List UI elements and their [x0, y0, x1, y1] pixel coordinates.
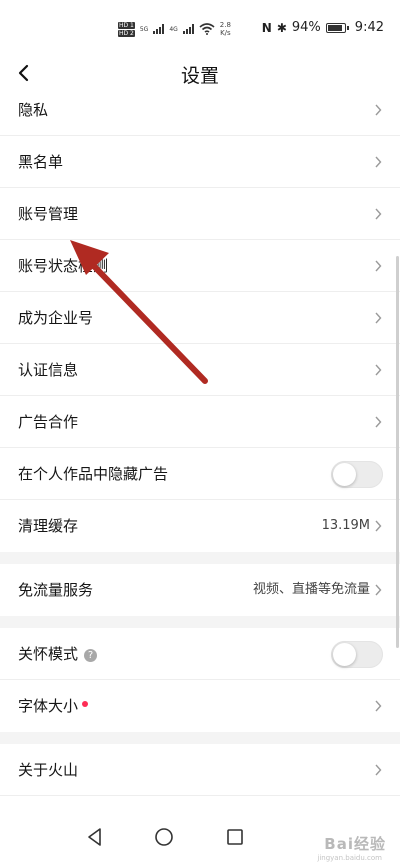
bluetooth-icon: ✱: [276, 20, 287, 35]
signal2-label: 4G: [169, 25, 178, 33]
chevron-right-icon: [375, 700, 382, 712]
battery-fill: [327, 24, 342, 31]
settings-row-ad-cooperation[interactable]: 广告合作: [0, 396, 400, 448]
help-icon[interactable]: ?: [84, 649, 98, 662]
scrollbar[interactable]: [396, 256, 399, 648]
chevron-right-icon: [375, 312, 382, 324]
network-speed: 2.8 K/s: [220, 21, 231, 37]
section-divider: [0, 552, 400, 564]
settings-row-account-management[interactable]: 账号管理: [0, 188, 400, 240]
chevron-right-icon: [375, 104, 382, 116]
wifi-icon: [199, 23, 215, 35]
settings-row-label: 认证信息: [18, 361, 79, 379]
hd1-badge: HD 1: [118, 21, 135, 29]
clock: 9:42: [354, 20, 384, 35]
hide-ads-toggle[interactable]: [331, 461, 383, 488]
network-status: HD 1 HD 2 5G 4G 2.8 K/s: [118, 18, 231, 40]
circle-home-icon[interactable]: [153, 826, 175, 848]
toggle-knob: [333, 643, 356, 666]
settings-row-blacklist[interactable]: 黑名单: [0, 136, 400, 188]
watermark-url: jingyan.baidu.com: [317, 854, 382, 862]
speed-value: 2.8: [219, 21, 231, 29]
settings-row-label: 关怀模式?: [18, 628, 98, 680]
settings-row-font-size[interactable]: 字体大小: [0, 680, 400, 732]
settings-row-hide-ads: 在个人作品中隐藏广告: [0, 448, 400, 500]
system-nav-bar: Bai经验 jingyan.baidu.com: [0, 812, 400, 866]
status-bar: HD 1 HD 2 5G 4G 2.8 K/s N ✱ 94% 9:42: [0, 0, 400, 58]
triangle-back-icon[interactable]: [84, 826, 106, 848]
settings-row-about[interactable]: 关于火山: [0, 744, 400, 796]
chevron-right-icon: [375, 764, 382, 776]
care-mode-label: 关怀模式: [18, 645, 79, 663]
battery-icon: [325, 22, 349, 33]
section-divider: [0, 616, 400, 628]
chevron-right-icon: [375, 416, 382, 428]
care-mode-toggle[interactable]: [331, 641, 383, 668]
section-divider: [0, 732, 400, 744]
system-status: N ✱ 94% 9:42: [262, 20, 384, 35]
settings-row-label: 关于火山: [18, 761, 79, 779]
nfc-icon: N: [261, 20, 272, 35]
settings-row-label: 账号状态检测: [18, 257, 109, 275]
settings-list: 隐私 黑名单 账号管理 账号状态检测 成为企业号 认证信息 广告合作 在个人作品…: [0, 84, 400, 796]
watermark-logo: Bai经验: [324, 835, 386, 853]
chevron-right-icon: [375, 156, 382, 168]
settings-row-care-mode: 关怀模式?: [0, 628, 400, 680]
signal2-bars-icon: [182, 24, 194, 34]
hd2-badge: HD 2: [118, 29, 135, 37]
settings-row-label: 清理缓存: [18, 517, 79, 535]
chevron-right-icon: [375, 260, 382, 272]
battery-percent: 94%: [291, 20, 321, 35]
toggle-knob: [333, 463, 356, 486]
square-recents-icon[interactable]: [224, 826, 246, 848]
chevron-right-icon: [375, 208, 382, 220]
chevron-right-icon: [375, 364, 382, 376]
hd-badges: HD 1 HD 2: [118, 21, 135, 37]
settings-row-label: 黑名单: [18, 153, 64, 171]
signal1-label: 5G: [139, 25, 149, 33]
settings-row-label: 账号管理: [18, 205, 79, 223]
chevron-right-icon: [375, 520, 382, 532]
settings-row-label: 字体大小: [18, 680, 89, 732]
settings-row-clear-cache[interactable]: 清理缓存 13.19M: [0, 500, 400, 552]
settings-row-label: 广告合作: [18, 413, 79, 431]
settings-row-label: 成为企业号: [18, 309, 94, 327]
settings-row-label: 免流量服务: [18, 581, 94, 599]
settings-row-account-status-check[interactable]: 账号状态检测: [0, 240, 400, 292]
settings-row-label: 在个人作品中隐藏广告: [18, 465, 169, 483]
chevron-right-icon: [375, 584, 382, 596]
signal1-bars-icon: [153, 24, 165, 34]
settings-row-privacy[interactable]: 隐私: [0, 84, 400, 136]
free-data-description: 视频、直播等免流量: [252, 582, 370, 597]
cache-size-value: 13.19M: [321, 518, 370, 533]
settings-row-certification[interactable]: 认证信息: [0, 344, 400, 396]
settings-row-label: 隐私: [18, 101, 49, 119]
speed-unit: K/s: [220, 29, 231, 37]
font-size-label: 字体大小: [18, 697, 79, 715]
settings-row-free-data[interactable]: 免流量服务 视频、直播等免流量: [0, 564, 400, 616]
red-dot-badge: [82, 701, 89, 707]
settings-row-become-enterprise[interactable]: 成为企业号: [0, 292, 400, 344]
